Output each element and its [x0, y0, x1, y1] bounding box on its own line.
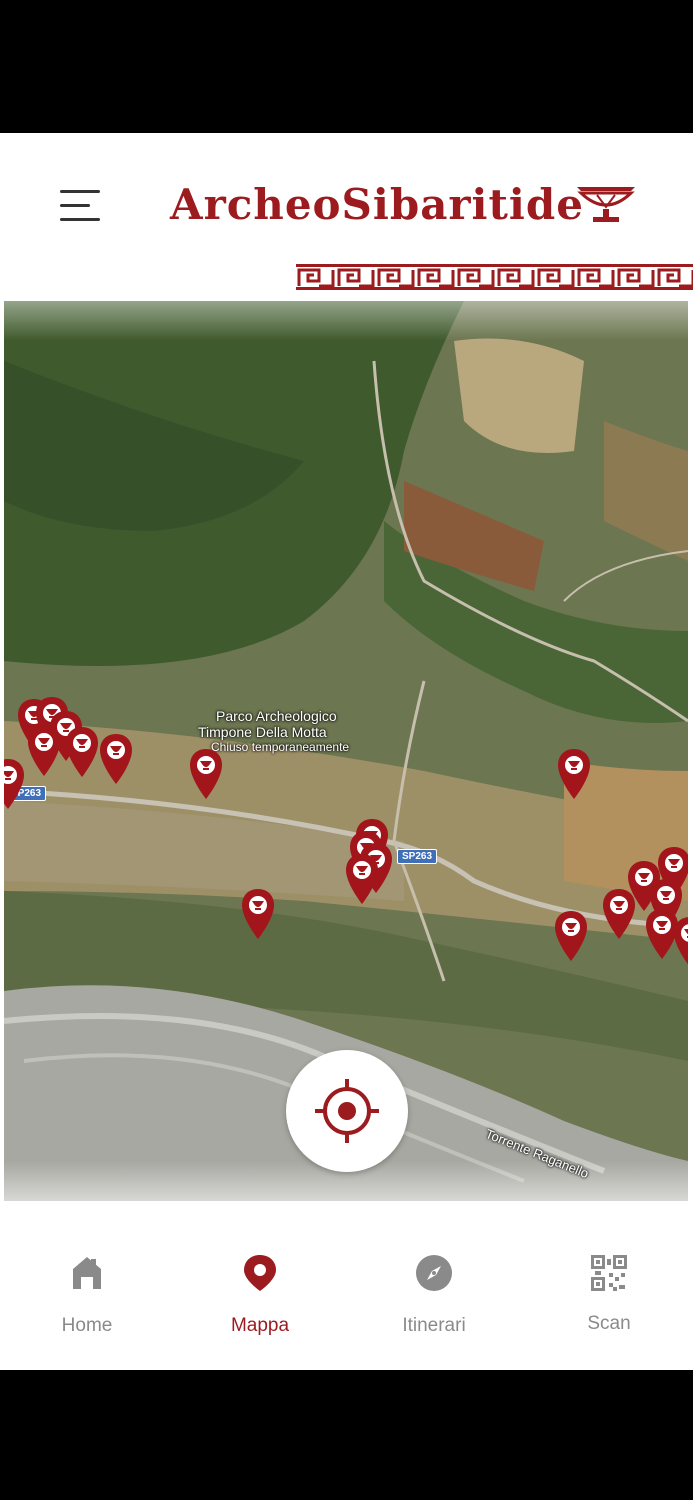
map-pin-vase-icon[interactable]: [601, 887, 637, 941]
park-label: Parco Archeologico: [216, 708, 337, 724]
locate-me-button[interactable]: [286, 1050, 408, 1172]
park-status-label: Chiuso temporaneamente: [211, 740, 350, 754]
map-pin-vase-icon[interactable]: [4, 757, 26, 811]
nav-home-label: Home: [61, 1315, 113, 1336]
menu-button[interactable]: [60, 190, 100, 222]
nav-map-label: Mappa: [230, 1315, 290, 1336]
nav-scan-label: Scan: [587, 1313, 631, 1334]
map-pin-vase-icon[interactable]: [188, 747, 224, 801]
house-icon: [73, 1257, 101, 1289]
map-pin-vase-icon[interactable]: [344, 852, 380, 906]
compass-icon: [416, 1255, 452, 1291]
greek-key-border: [296, 264, 693, 290]
map-pin-vase-icon[interactable]: [553, 909, 589, 963]
qr-code-icon: [591, 1255, 627, 1291]
bottom-navigation: Home Mappa Itinerari Scan: [0, 1203, 693, 1370]
nav-scan[interactable]: Scan: [522, 1253, 693, 1353]
map-pin-vase-icon[interactable]: [64, 725, 100, 779]
hamburger-line: [60, 218, 100, 221]
park-label: Timpone Della Motta: [198, 724, 327, 740]
hamburger-menu-icon: [60, 190, 100, 193]
road-badge: SP263: [397, 849, 438, 864]
app-screen: ArcheoSibaritide Parco Archeologico Timp…: [0, 133, 693, 1370]
nav-itineraries-label: Itinerari: [402, 1315, 466, 1336]
greek-vase-icon: [577, 187, 635, 222]
hamburger-line: [60, 204, 90, 207]
nav-map[interactable]: Mappa: [173, 1253, 347, 1353]
map-pin-vase-icon[interactable]: [98, 732, 134, 786]
map-pin-vase-icon[interactable]: [556, 747, 592, 801]
nav-home[interactable]: Home: [0, 1253, 174, 1353]
app-logo-title: ArcheoSibaritide: [170, 180, 584, 229]
map-pin-vase-icon[interactable]: [672, 915, 688, 969]
map-pin-icon: [244, 1255, 276, 1291]
nav-itineraries[interactable]: Itinerari: [347, 1253, 521, 1353]
map-pin-vase-icon[interactable]: [240, 887, 276, 941]
crosshair-target-icon: [315, 1079, 379, 1143]
satellite-map[interactable]: Parco Archeologico Timpone Della Motta C…: [4, 301, 688, 1201]
